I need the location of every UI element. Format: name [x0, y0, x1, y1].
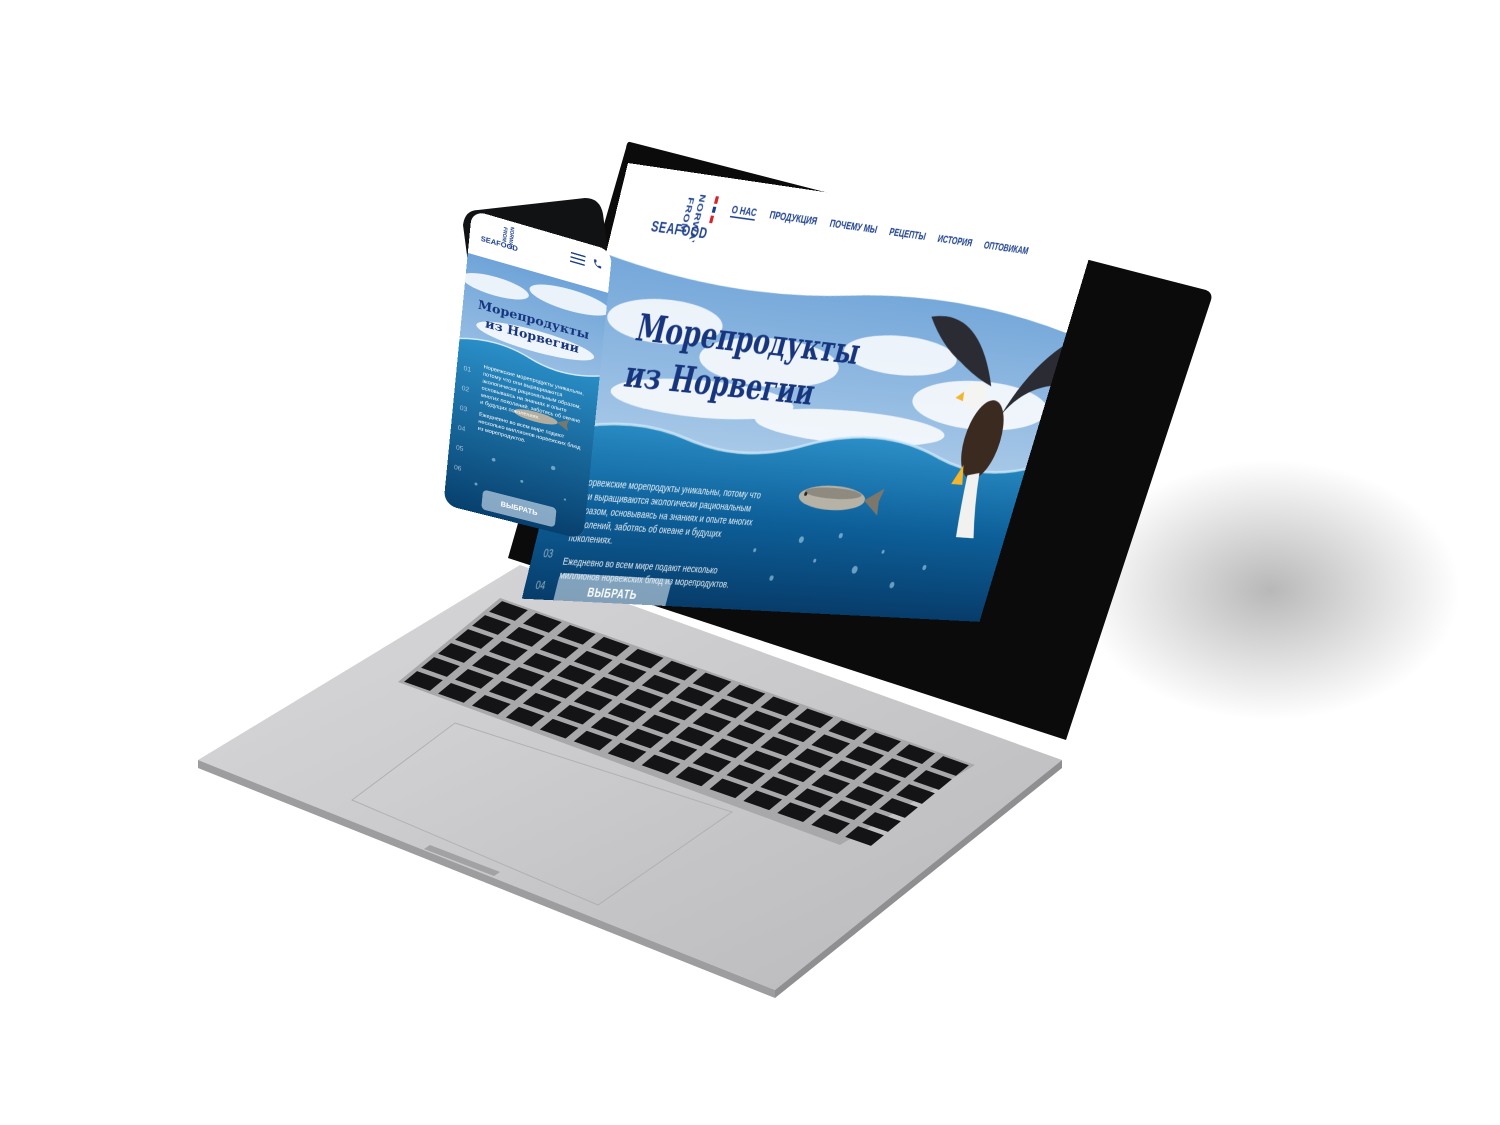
hero-paragraph: Норвежские морепродукты уникальны, потом… — [567, 475, 763, 547]
phone-website: Морепродукты из Норвегии 01 02 03 04 05 … — [443, 210, 613, 540]
nav-item-history[interactable]: ИСТОРИЯ — [936, 233, 974, 251]
nav-item-products[interactable]: ПРОДУКЦИЯ — [768, 209, 819, 229]
nav-item-wholesale[interactable]: ОПТОВИКАМ — [982, 239, 1030, 258]
phone-hero-section: Морепродукты из Норвегии 01 02 03 04 05 … — [443, 249, 612, 540]
nav-item-about[interactable]: О НАС — [729, 203, 759, 221]
nav-item-recipes[interactable]: РЕЦЕПТЫ — [887, 226, 927, 245]
nav-item-why-us[interactable]: ПОЧЕМУ МЫ — [828, 217, 878, 237]
phone-icon[interactable] — [592, 258, 603, 271]
hamburger-menu-icon[interactable] — [570, 251, 586, 266]
mockup-stage: SEAFOOD FROM NORWAY О НАС ПРОДУКЦИЯ ПОЧЕ… — [0, 0, 1500, 1125]
